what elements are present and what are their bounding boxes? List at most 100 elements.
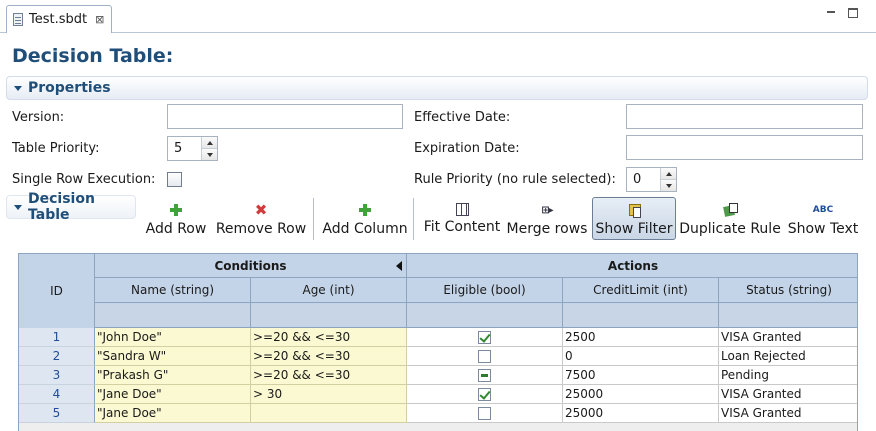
status-cell[interactable]: VISA Granted [719, 328, 857, 347]
show-text-button[interactable]: ABC Show Text [787, 200, 859, 240]
toolbar-divider [413, 198, 414, 240]
merge-rows-button[interactable]: ⊞▸ Merge rows [506, 200, 588, 240]
age-cell[interactable]: > 30 [251, 385, 407, 404]
row-id-cell[interactable]: 2 [19, 347, 95, 366]
file-icon [13, 13, 23, 26]
age-cell[interactable] [251, 404, 407, 423]
version-field[interactable] [167, 104, 403, 129]
remove-row-button[interactable]: ✖ Remove Row [216, 200, 306, 240]
creditlimit-cell[interactable]: 25000 [563, 385, 719, 404]
rule-priority-stepper[interactable]: 0 [626, 167, 677, 192]
table-priority-label: Table Priority: [12, 141, 100, 156]
name-filter-cell[interactable] [95, 303, 251, 328]
duplicate-rule-label: Duplicate Rule [679, 221, 781, 237]
add-row-button[interactable]: Add Row [144, 200, 208, 240]
status-cell[interactable]: VISA Granted [719, 404, 857, 423]
name-cell[interactable]: "Jane Doe" [95, 385, 251, 404]
minimize-icon[interactable] [826, 8, 836, 18]
status-filter-cell[interactable] [719, 303, 857, 328]
row-id-cell[interactable]: 4 [19, 385, 95, 404]
fit-content-button[interactable]: Fit Content [424, 200, 500, 240]
age-column-header[interactable]: Age (int) [251, 278, 407, 303]
status-column-header[interactable]: Status (string) [719, 278, 857, 303]
table-priority-value[interactable]: 5 [168, 137, 201, 160]
decision-table-grid: ID Conditions Actions Name (string) Age … [18, 253, 858, 431]
effective-date-field[interactable] [626, 104, 863, 129]
row-id-cell[interactable]: 3 [19, 366, 95, 385]
name-cell[interactable]: "Jane Doe" [95, 404, 251, 423]
actions-group-header[interactable]: Actions [407, 254, 857, 278]
maximize-icon[interactable] [848, 8, 858, 18]
stepper-down-button[interactable] [661, 180, 676, 191]
conditions-group-header[interactable]: Conditions [95, 254, 407, 278]
creditlimit-cell[interactable]: 0 [563, 347, 719, 366]
age-cell[interactable]: >=20 && <=30 [251, 347, 407, 366]
rule-priority-value[interactable]: 0 [627, 168, 660, 191]
close-icon[interactable]: ⊠ [95, 13, 104, 26]
eligible-cell[interactable] [407, 347, 563, 366]
chevron-up-icon [206, 140, 213, 145]
creditlimit-cell[interactable]: 2500 [563, 328, 719, 347]
page-title: Decision Table: [12, 45, 174, 67]
creditlimit-filter-cell[interactable] [563, 303, 719, 328]
chevron-down-icon [206, 152, 213, 157]
id-column-header[interactable]: ID [19, 254, 95, 328]
chevron-up-icon [665, 171, 672, 176]
eligible-cell[interactable] [407, 328, 563, 347]
rule-priority-label: Rule Priority (no rule selected): [414, 172, 616, 187]
stepper-up-button[interactable] [202, 137, 217, 149]
chevron-down-icon[interactable] [14, 204, 22, 210]
single-row-execution-label: Single Row Execution: [12, 172, 156, 187]
eligible-checkbox[interactable] [478, 368, 491, 382]
status-cell[interactable]: VISA Granted [719, 385, 857, 404]
name-cell[interactable]: "Sandra W" [95, 347, 251, 366]
properties-section-header[interactable]: Properties [6, 76, 868, 100]
window-controls [826, 8, 858, 18]
stepper-up-button[interactable] [661, 168, 676, 180]
creditlimit-cell[interactable]: 25000 [563, 404, 719, 423]
plus-icon [357, 202, 373, 218]
age-cell[interactable]: >=20 && <=30 [251, 328, 407, 347]
age-cell[interactable]: >=20 && <=30 [251, 366, 407, 385]
merge-rows-label: Merge rows [506, 221, 588, 237]
creditlimit-column-header[interactable]: CreditLimit (int) [563, 278, 719, 303]
table-priority-stepper[interactable]: 5 [167, 136, 218, 161]
filter-icon [626, 202, 642, 218]
duplicate-rule-button[interactable]: Duplicate Rule [679, 200, 781, 240]
stepper-down-button[interactable] [202, 149, 217, 160]
eligible-cell[interactable] [407, 385, 563, 404]
remove-icon: ✖ [254, 201, 268, 219]
creditlimit-cell[interactable]: 7500 [563, 366, 719, 385]
status-cell[interactable]: Pending [719, 366, 857, 385]
single-row-execution-checkbox[interactable] [167, 172, 182, 187]
duplicate-icon [722, 202, 738, 218]
show-filter-button[interactable]: Show Filter [592, 197, 676, 240]
eligible-filter-cell[interactable] [407, 303, 563, 328]
expiration-date-field[interactable] [626, 135, 863, 160]
eligible-column-header[interactable]: Eligible (bool) [407, 278, 563, 303]
plus-icon [168, 202, 184, 218]
row-id-cell[interactable]: 5 [19, 404, 95, 423]
name-cell[interactable]: "John Doe" [95, 328, 251, 347]
eligible-checkbox[interactable] [478, 330, 491, 344]
editor-tab-test-sbdt[interactable]: Test.sbdt ⊠ [6, 5, 112, 33]
status-cell[interactable]: Loan Rejected [719, 347, 857, 366]
name-column-header[interactable]: Name (string) [95, 278, 251, 303]
eligible-checkbox[interactable] [478, 387, 491, 401]
add-row-label: Add Row [145, 221, 207, 237]
age-filter-cell[interactable] [251, 303, 407, 328]
eligible-checkbox[interactable] [478, 406, 491, 420]
eligible-cell[interactable] [407, 366, 563, 385]
eligible-checkbox[interactable] [478, 349, 491, 363]
add-column-button[interactable]: Add Column [322, 200, 408, 240]
name-cell[interactable]: "Prakash G" [95, 366, 251, 385]
properties-section-title: Properties [28, 80, 111, 96]
conditions-header-label: Conditions [214, 258, 287, 273]
row-id-cell[interactable]: 1 [19, 328, 95, 347]
decision-table-section-header[interactable]: Decision Table [6, 191, 136, 223]
chevron-down-icon[interactable] [14, 85, 22, 91]
expiration-date-label: Expiration Date: [414, 141, 520, 156]
eligible-cell[interactable] [407, 404, 563, 423]
effective-date-label: Effective Date: [414, 110, 511, 125]
collapse-left-icon[interactable] [396, 261, 402, 271]
